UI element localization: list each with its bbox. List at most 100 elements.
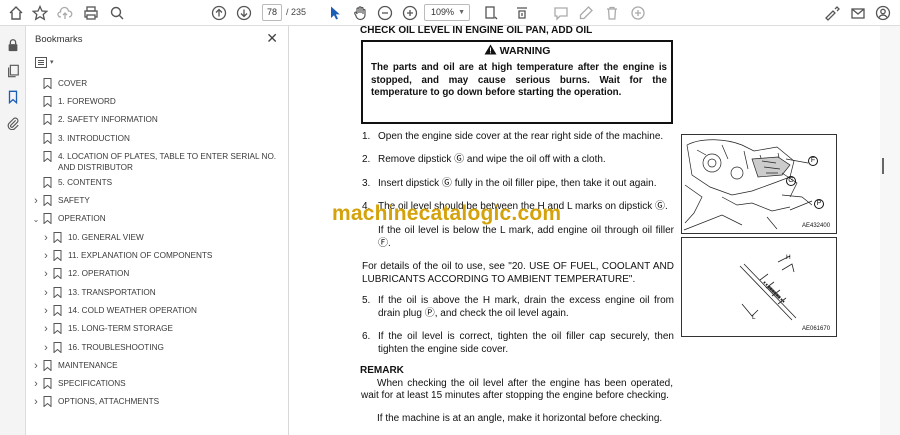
bookmark-item[interactable]: › SAFETY: [31, 195, 285, 207]
trash-icon[interactable]: [602, 3, 622, 23]
bookmark-item[interactable]: › SPECIFICATIONS: [31, 378, 285, 390]
lock-icon[interactable]: [4, 36, 22, 54]
warning-box: WARNING The parts and oil are at high te…: [361, 40, 673, 124]
chevron-right-icon[interactable]: ›: [41, 343, 51, 354]
bookmark-item[interactable]: › 16. TROUBLESHOOTING: [41, 342, 285, 354]
chevron-right-icon[interactable]: ›: [41, 306, 51, 317]
bookmark-icon: [53, 268, 62, 279]
bookmark-icon: [43, 96, 52, 107]
bookmark-item[interactable]: › 14. COLD WEATHER OPERATION: [41, 305, 285, 317]
bookmark-item[interactable]: 3. INTRODUCTION: [31, 133, 285, 144]
bookmarks-panel-icon[interactable]: [4, 88, 22, 106]
chevron-right-icon[interactable]: ›: [41, 288, 51, 299]
scrollbar-thumb[interactable]: [882, 158, 884, 174]
zoom-in-icon[interactable]: [400, 3, 420, 23]
page-up-icon[interactable]: [209, 3, 229, 23]
step-number: 3.: [362, 178, 371, 189]
figure-code: AE432400: [802, 223, 831, 229]
document-page: CHECK OIL LEVEL IN ENGINE OIL PAN, ADD O…: [302, 25, 880, 435]
bookmark-item[interactable]: 1. FOREWORD: [31, 96, 285, 107]
zoom-out-icon[interactable]: [375, 3, 395, 23]
chevron-right-icon[interactable]: ›: [31, 397, 41, 408]
figure-code: AE061670: [802, 326, 831, 332]
bookmark-item[interactable]: 5. CONTENTS: [31, 177, 285, 188]
sign-link-icon[interactable]: [822, 3, 842, 23]
chevron-right-icon[interactable]: ›: [41, 251, 51, 262]
chevron-right-icon[interactable]: ›: [31, 379, 41, 390]
page-total: / 235: [286, 7, 307, 17]
bookmark-item[interactable]: COVER: [31, 78, 285, 89]
dipstick-illustration: H L AE061670: [681, 237, 837, 337]
account-icon[interactable]: [873, 3, 893, 23]
watermark-text: machinecatalogic.com: [332, 202, 562, 225]
bookmark-item[interactable]: › OPTIONS, ATTACHMENTS: [31, 396, 285, 408]
bookmarks-title: Bookmarks: [35, 34, 83, 45]
highlight-pen-icon[interactable]: [576, 3, 596, 23]
page-heading: CHECK OIL LEVEL IN ENGINE OIL PAN, ADD O…: [360, 25, 593, 36]
mark-l: L: [752, 314, 756, 321]
scroll-mode-icon[interactable]: [512, 3, 532, 23]
bookmark-item[interactable]: › 13. TRANSPORTATION: [41, 287, 285, 299]
more-tools-icon[interactable]: [628, 3, 648, 23]
toolbar: 78 / 235 109% ▼: [0, 0, 900, 26]
home-icon[interactable]: [6, 3, 26, 23]
bookmark-icon: [53, 342, 62, 353]
zoom-level-select[interactable]: 109% ▼: [424, 4, 470, 21]
bookmark-item[interactable]: › 12. OPERATION: [41, 268, 285, 280]
bookmark-icon: [53, 232, 62, 243]
cloud-upload-icon[interactable]: [55, 3, 75, 23]
chevron-right-icon[interactable]: ›: [41, 269, 51, 280]
bookmark-icon: [53, 250, 62, 261]
bookmark-item[interactable]: ⌄ OPERATION: [31, 213, 285, 225]
bookmark-options-button[interactable]: ▾: [35, 54, 59, 70]
select-cursor-icon[interactable]: [325, 3, 345, 23]
hand-pan-icon[interactable]: [350, 3, 370, 23]
bookmark-icon: [43, 378, 52, 389]
print-icon[interactable]: [81, 3, 101, 23]
warning-title: WARNING: [363, 44, 671, 57]
zoom-search-icon[interactable]: [107, 3, 127, 23]
bookmark-icon: [43, 78, 52, 89]
chevron-right-icon[interactable]: ›: [31, 196, 41, 207]
bookmark-icon: [53, 287, 62, 298]
chevron-right-icon[interactable]: ›: [41, 233, 51, 244]
step-text: If the oil is above the H mark, drain th…: [378, 295, 674, 319]
chevron-down-icon: ▾: [50, 59, 54, 66]
bookmark-item[interactable]: 4. LOCATION OF PLATES, TABLE TO ENTER SE…: [31, 151, 285, 173]
bookmark-label: 5. CONTENTS: [58, 178, 113, 187]
remark-text-2: If the machine is at an angle, make it h…: [377, 413, 663, 424]
callout-f: F: [808, 156, 818, 166]
bookmark-icon: [43, 213, 52, 224]
bookmark-item[interactable]: 2. SAFETY INFORMATION: [31, 114, 285, 125]
close-icon[interactable]: ✕: [266, 30, 278, 47]
bookmark-item[interactable]: › 11. EXPLANATION OF COMPONENTS: [41, 250, 285, 262]
step-number: 1.: [362, 131, 371, 142]
engine-drawing: [683, 139, 813, 231]
email-icon[interactable]: [848, 3, 868, 23]
comment-icon[interactable]: [551, 3, 571, 23]
step-number: 6.: [362, 331, 371, 342]
bookmark-label: 16. TROUBLESHOOTING: [68, 343, 164, 352]
bookmark-icon: [43, 177, 52, 188]
warning-triangle-icon: [484, 44, 497, 55]
chevron-right-icon[interactable]: ›: [41, 324, 51, 335]
remark-title: REMARK: [360, 365, 404, 376]
bookmark-label: COVER: [58, 79, 88, 88]
bookmark-label: OPTIONS, ATTACHMENTS: [58, 397, 160, 406]
page-fit-icon[interactable]: [481, 3, 501, 23]
attachment-icon[interactable]: [4, 114, 22, 132]
page-number-input[interactable]: 78: [262, 4, 282, 21]
chevron-right-icon[interactable]: ›: [31, 361, 41, 372]
chevron-down-icon[interactable]: ⌄: [31, 214, 41, 225]
bookmark-label: SAFETY: [58, 196, 90, 205]
bookmark-icon: [43, 195, 52, 206]
bookmark-label: 14. COLD WEATHER OPERATION: [68, 306, 197, 315]
page-down-icon[interactable]: [234, 3, 254, 23]
vertical-scrollbar[interactable]: [880, 26, 900, 435]
bookmark-item[interactable]: › 10. GENERAL VIEW: [41, 232, 285, 244]
star-bookmark-icon[interactable]: [30, 3, 50, 23]
page-thumbnails-icon[interactable]: [4, 62, 22, 80]
bookmark-icon: [43, 396, 52, 407]
bookmark-item[interactable]: › 15. LONG-TERM STORAGE: [41, 323, 285, 335]
bookmark-item[interactable]: › MAINTENANCE: [31, 360, 285, 372]
